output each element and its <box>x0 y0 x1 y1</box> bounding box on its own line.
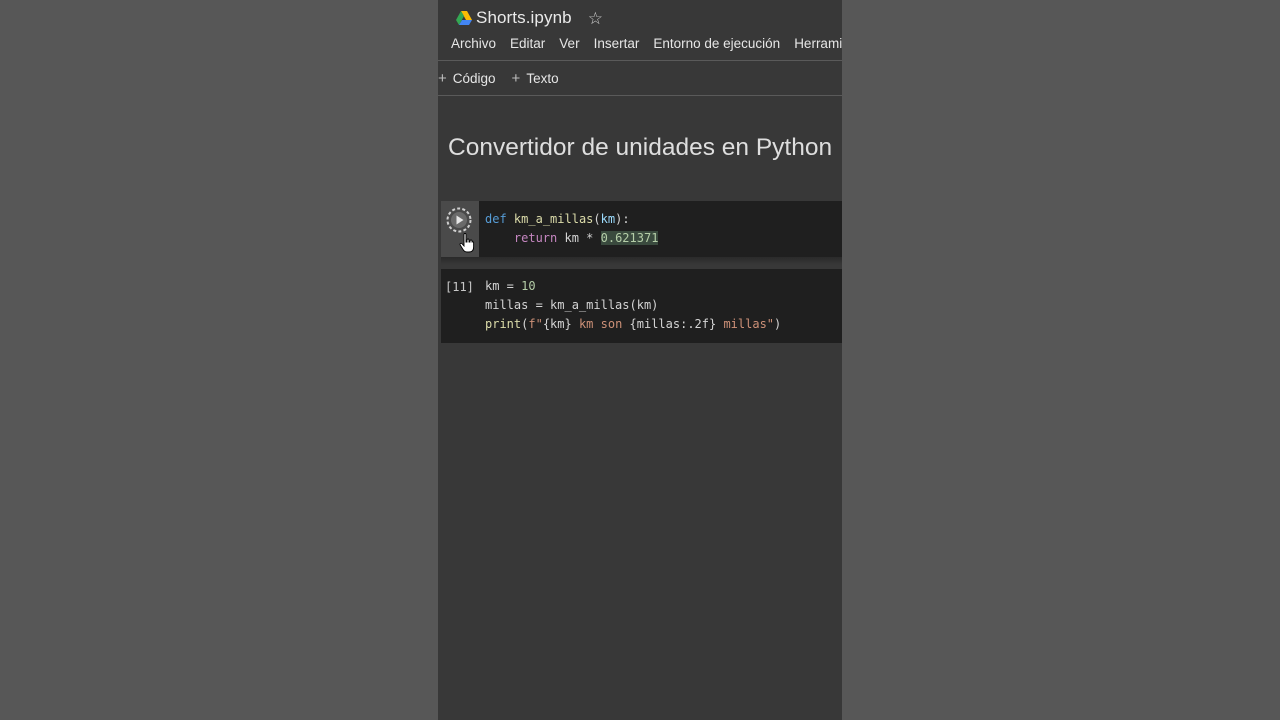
plus-icon: + <box>511 69 521 87</box>
code-token: {millas:.2f} <box>629 317 717 331</box>
plus-icon: + <box>438 69 447 87</box>
run-cell-icon[interactable] <box>446 207 472 233</box>
code-token: km_a_millas <box>513 212 594 226</box>
code-token: f" <box>528 317 543 331</box>
code-token: return <box>513 231 558 245</box>
code-token: def <box>485 212 507 226</box>
colab-notebook-view: Shorts.ipynb ☆ Archivo Editar Ver Insert… <box>438 0 842 720</box>
code-token: km = <box>485 279 522 293</box>
cell-gutter <box>441 201 479 257</box>
code-editor[interactable]: def km_a_millas(km): return km * 0.62137… <box>485 210 659 248</box>
code-token: {km} <box>542 317 572 331</box>
title-row: Shorts.ipynb ☆ <box>456 7 603 29</box>
menu-ver[interactable]: Ver <box>559 36 579 51</box>
markdown-heading: Convertidor de unidades en Python <box>448 134 833 161</box>
hand-cursor-icon <box>459 233 475 253</box>
execution-count: [11] <box>445 280 474 294</box>
code-token: km son <box>571 317 630 331</box>
code-token: print <box>485 317 522 331</box>
code-token: 0.621371 <box>600 231 659 245</box>
menu-insertar[interactable]: Insertar <box>594 36 640 51</box>
menu-herramientas[interactable]: Herrami <box>794 36 842 51</box>
code-cell[interactable]: [11] km = 10 millas = km_a_millas(km) pr… <box>441 269 842 343</box>
add-text-label: Texto <box>526 70 559 86</box>
code-token: ): <box>615 212 630 226</box>
code-token: millas = km_a_millas(km) <box>485 298 659 312</box>
add-code-label: Código <box>452 70 496 86</box>
code-token: km * <box>557 231 601 245</box>
toolbar-divider <box>438 95 842 96</box>
code-cell[interactable]: def km_a_millas(km): return km * 0.62137… <box>441 201 842 257</box>
menu-bar: Archivo Editar Ver Insertar Entorno de e… <box>451 36 842 51</box>
video-frame: Shorts.ipynb ☆ Archivo Editar Ver Insert… <box>0 0 1280 720</box>
code-token: ( <box>593 212 601 226</box>
google-drive-icon <box>456 11 472 25</box>
code-token: 10 <box>521 279 536 293</box>
notebook-title[interactable]: Shorts.ipynb <box>476 8 572 28</box>
menu-editar[interactable]: Editar <box>510 36 545 51</box>
add-text-cell-button[interactable]: + Texto <box>512 70 559 87</box>
notebook-header: Shorts.ipynb ☆ Archivo Editar Ver Insert… <box>438 0 842 60</box>
cell-toolbar: + Código + Texto <box>438 61 842 95</box>
add-code-cell-button[interactable]: + Código <box>438 70 496 87</box>
code-token: km <box>600 212 616 226</box>
code-token: ) <box>774 317 782 331</box>
menu-entorno-de-ejecucion[interactable]: Entorno de ejecución <box>653 36 780 51</box>
code-token: millas" <box>716 317 775 331</box>
code-editor[interactable]: km = 10 millas = km_a_millas(km) print(f… <box>485 277 781 334</box>
star-icon[interactable]: ☆ <box>588 10 603 27</box>
menu-archivo[interactable]: Archivo <box>451 36 496 51</box>
cell-shadow <box>441 257 842 265</box>
